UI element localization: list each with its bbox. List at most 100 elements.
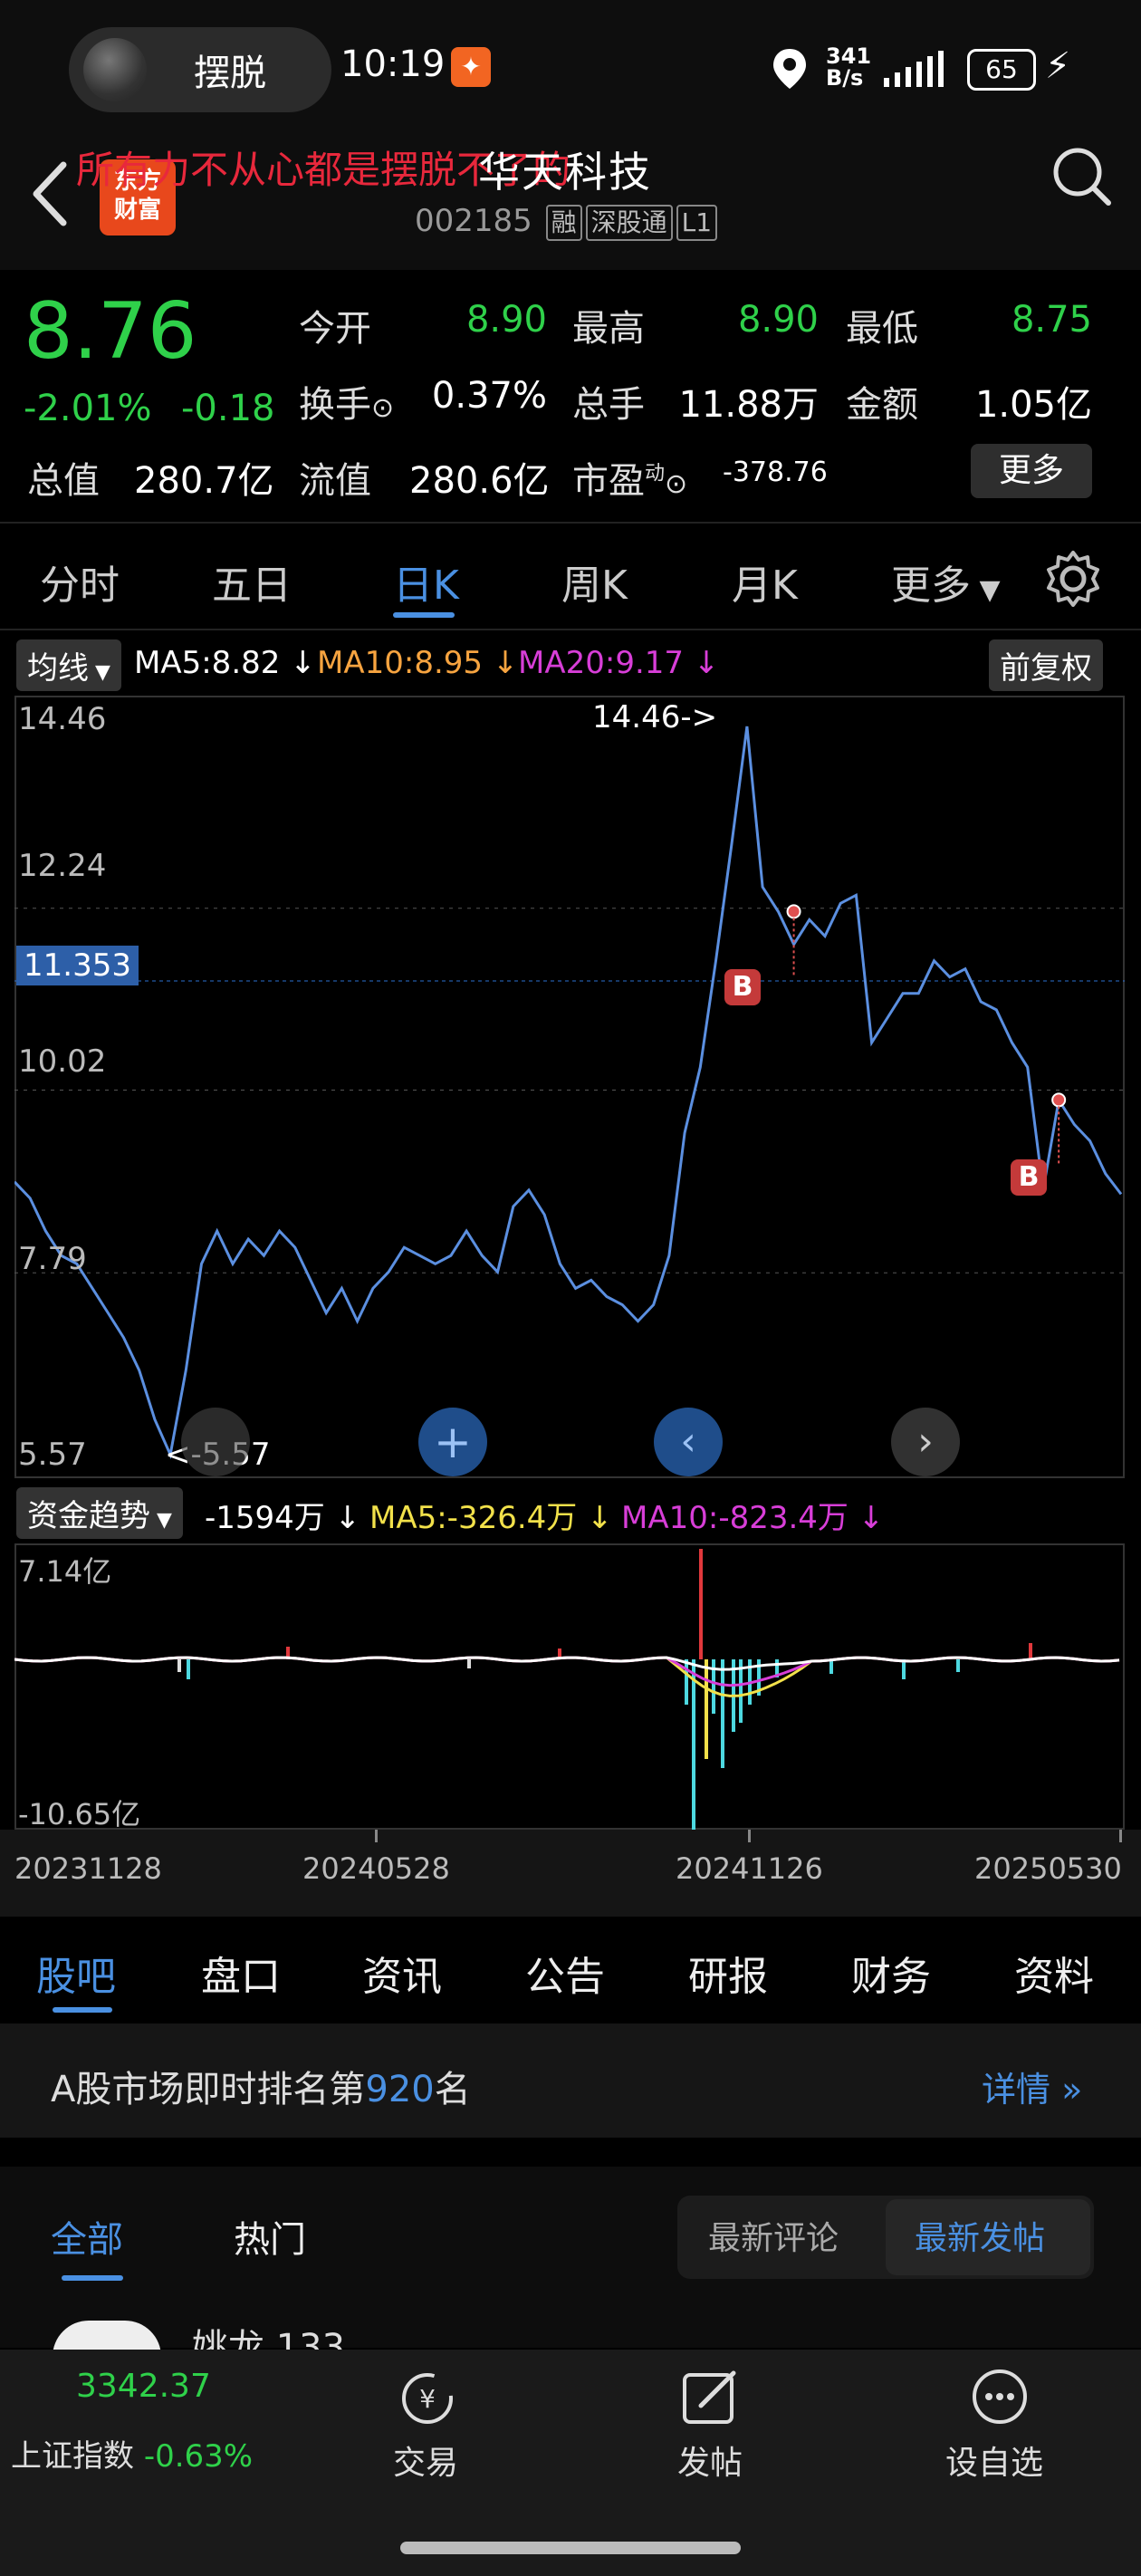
date-tick: 20240528 xyxy=(302,1851,450,1886)
date-tick: 20231128 xyxy=(14,1851,162,1886)
date-tick: 20241126 xyxy=(676,1851,823,1886)
stock-name: 华天科技 xyxy=(478,148,652,197)
clock: 10:19 xyxy=(340,43,446,85)
tab-research[interactable]: 研报 xyxy=(688,1944,768,2002)
float-label: 流值 xyxy=(299,460,371,502)
dropdown-icon: ▼ xyxy=(971,574,1001,606)
tab-finance[interactable]: 财务 xyxy=(851,1944,931,2002)
settings-gear-icon[interactable] xyxy=(1041,547,1105,614)
volume-value: 11.88万 xyxy=(678,384,819,426)
post-label[interactable]: 发帖 xyxy=(677,2437,743,2484)
flow-bar xyxy=(692,1659,695,1830)
tab-profile[interactable]: 资料 xyxy=(1014,1944,1094,2002)
divider xyxy=(0,629,1141,630)
flow-bar xyxy=(721,1659,724,1768)
tab-guba[interactable]: 股吧 xyxy=(36,1944,116,2002)
feed-tab-all[interactable]: 全部 xyxy=(51,2210,123,2263)
info-icon[interactable]: ⊙ xyxy=(371,392,394,424)
index-value[interactable]: 3342.37 xyxy=(76,2368,211,2405)
chart-left-button[interactable]: ‹ xyxy=(654,1408,723,1476)
buy-marker[interactable]: B xyxy=(724,969,761,1005)
ma-selector[interactable]: 均线 ▼ xyxy=(16,639,121,691)
flow-bar xyxy=(1029,1643,1032,1659)
mktcap-label: 总值 xyxy=(27,460,100,502)
fund-flow-chart[interactable] xyxy=(14,1543,1125,1830)
chart-right-button[interactable]: › xyxy=(891,1408,960,1476)
fund-top-label: 7.14亿 xyxy=(18,1554,112,1589)
tick-mark xyxy=(375,1830,378,1842)
index-row[interactable]: 上证指数 -0.63% xyxy=(11,2431,253,2475)
change-amount: -0.18 xyxy=(181,388,275,429)
pe-value: -378.76 xyxy=(723,457,828,488)
tag-connect: 深股通 xyxy=(585,205,673,241)
ma5-readout: MA5:8.82 ↓ xyxy=(134,645,316,681)
open-value: 8.90 xyxy=(465,299,547,341)
chart-zoom-in-button[interactable]: + xyxy=(418,1408,487,1476)
ranking-text: A股市场即时排名第920名 xyxy=(51,2069,471,2110)
active-tab-indicator xyxy=(53,2007,112,2013)
flow-bar xyxy=(956,1659,960,1672)
location-icon xyxy=(772,47,808,91)
net-speed: 341 B/s xyxy=(826,43,872,91)
tab-monthly-k[interactable]: 月K xyxy=(732,553,798,610)
max-annotation: 14.46-> xyxy=(592,699,718,735)
tab-more[interactable]: 更多 ▼ xyxy=(891,553,1001,610)
price-chart[interactable] xyxy=(14,696,1125,1478)
tab-announcements[interactable]: 公告 xyxy=(525,1944,605,2002)
tab-daily-k[interactable]: 日K xyxy=(393,553,459,610)
tab-news[interactable]: 资讯 xyxy=(362,1944,442,2002)
ma20-readout: MA20:9.17 ↓ xyxy=(518,645,720,681)
tab-weekly-k[interactable]: 周K xyxy=(561,553,628,610)
tab-five-day[interactable]: 五日 xyxy=(212,553,292,610)
sort-latest-comment[interactable]: 最新评论 xyxy=(708,2212,839,2259)
buy-marker[interactable]: B xyxy=(1011,1159,1047,1196)
low-value: 8.75 xyxy=(1011,299,1092,341)
sort-latest-post[interactable]: 最新发帖 xyxy=(915,2212,1045,2259)
change-percent: -2.01% xyxy=(24,388,152,429)
charging-icon: ⚡ xyxy=(1045,45,1071,87)
double-chevron-icon: » xyxy=(1050,2070,1083,2110)
last-price: 8.76 xyxy=(24,286,197,377)
battery-icon: 65 xyxy=(967,49,1036,91)
back-icon[interactable] xyxy=(27,159,72,232)
avatar xyxy=(83,38,147,101)
chart-zoom-out-button[interactable] xyxy=(181,1408,250,1476)
more-dots-icon[interactable] xyxy=(971,2368,1029,2429)
pe-info-icon[interactable]: ⊙ xyxy=(665,468,687,500)
trade-point[interactable] xyxy=(1051,1092,1067,1108)
search-icon[interactable] xyxy=(1050,145,1114,212)
flow-bar xyxy=(829,1659,833,1674)
compose-icon[interactable] xyxy=(681,2368,739,2429)
tab-handicap[interactable]: 盘口 xyxy=(201,1944,281,2002)
stock-code: 002185 xyxy=(415,203,532,239)
fund-ma5: MA5:-326.4万 ↓ xyxy=(369,1500,613,1536)
low-label: 最低 xyxy=(846,308,918,350)
fund-trend-selector[interactable]: 资金趋势 ▼ xyxy=(16,1487,183,1539)
trade-label[interactable]: 交易 xyxy=(393,2437,458,2484)
trade-icon[interactable]: ¥ xyxy=(395,2369,460,2431)
y-label-2: 12.24 xyxy=(18,848,107,884)
tag-margin: 融 xyxy=(545,205,582,241)
mktcap-value: 280.7亿 xyxy=(134,460,274,502)
amount-value: 1.05亿 xyxy=(974,384,1092,426)
fund-flow-value: -1594万 ↓ xyxy=(205,1500,361,1536)
watchlist-label[interactable]: 设自选 xyxy=(945,2437,1043,2484)
volume-label: 总手 xyxy=(572,384,645,426)
high-label: 最高 xyxy=(572,308,645,350)
crosshair-value: 11.353 xyxy=(16,946,139,985)
pe-label: 市盈动⊙ xyxy=(572,460,688,502)
float-value: 280.6亿 xyxy=(409,460,550,502)
more-button[interactable]: 更多 xyxy=(971,444,1092,498)
flow-bar xyxy=(699,1549,703,1659)
open-label: 今开 xyxy=(299,308,371,350)
flow-bar xyxy=(177,1659,181,1672)
ranking-detail-link[interactable]: 详情 » xyxy=(982,2062,1082,2111)
notification-icon: ✦ xyxy=(451,47,491,87)
trade-point[interactable] xyxy=(786,904,801,919)
adjust-button[interactable]: 前复权 xyxy=(989,639,1103,691)
turnover-value: 0.37% xyxy=(431,375,547,417)
stock-code-row: 002185 融深股通 L1 xyxy=(415,203,718,241)
tab-intraday[interactable]: 分时 xyxy=(40,553,120,610)
y-label-top: 14.46 xyxy=(18,701,107,737)
feed-tab-hot[interactable]: 热门 xyxy=(234,2210,306,2263)
